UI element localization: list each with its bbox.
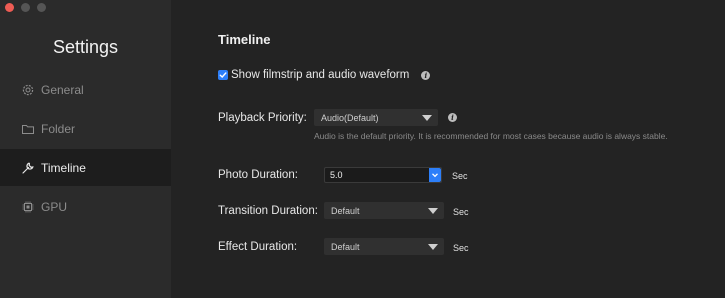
sidebar-item-label: Timeline (41, 160, 86, 175)
sidebar-item-label: GPU (41, 199, 68, 214)
photo-duration-field[interactable]: 5.0 (324, 167, 442, 183)
page-title: Timeline (218, 32, 271, 47)
folder-icon (21, 122, 35, 136)
sidebar-title: Settings (52, 37, 119, 57)
chip-icon (21, 200, 35, 214)
effect-duration-value: Default (331, 241, 360, 252)
sidebar-item-timeline[interactable]: Timeline (0, 149, 171, 186)
info-icon[interactable]: i (421, 70, 431, 80)
chevron-down-icon (428, 207, 438, 214)
chevron-down-icon (428, 243, 438, 250)
playback-priority-label: Playback Priority: (218, 112, 307, 124)
minimize-window-button[interactable] (21, 3, 30, 12)
transition-duration-value: Default (331, 205, 360, 216)
transition-duration-unit: Sec (453, 207, 469, 217)
playback-priority-dropdown[interactable]: Audio(Default) (314, 109, 438, 126)
effect-duration-label: Effect Duration: (218, 241, 298, 253)
transition-duration-dropdown[interactable]: Default (324, 202, 444, 219)
transition-duration-label: Transition Duration: (218, 205, 318, 217)
sidebar: Settings General Folder Timeline GPU (0, 0, 171, 298)
wrench-icon (21, 161, 35, 175)
settings-window: Settings General Folder Timeline GPU Tim… (0, 0, 725, 298)
effect-duration-unit: Sec (453, 243, 469, 253)
window-controls (5, 3, 46, 12)
close-window-button[interactable] (5, 3, 14, 12)
photo-duration-label: Photo Duration: (218, 169, 298, 181)
chevron-down-icon (422, 114, 432, 121)
sidebar-item-gpu[interactable]: GPU (0, 188, 171, 225)
photo-duration-value: 5.0 (330, 170, 343, 180)
sidebar-item-general[interactable]: General (0, 71, 171, 108)
gear-icon (21, 83, 35, 97)
effect-duration-dropdown[interactable]: Default (324, 238, 444, 255)
playback-priority-hint: Audio is the default priority. It is rec… (314, 131, 668, 141)
chevron-down-icon[interactable] (429, 168, 441, 182)
filmstrip-checkbox[interactable] (218, 70, 228, 80)
info-icon[interactable]: i (448, 113, 457, 122)
sidebar-item-folder[interactable]: Folder (0, 110, 171, 147)
filmstrip-label: Show filmstrip and audio waveform (231, 69, 410, 81)
photo-duration-unit: Sec (452, 171, 468, 181)
sidebar-item-label: Folder (41, 121, 76, 136)
sidebar-item-label: General (41, 82, 84, 97)
zoom-window-button[interactable] (37, 3, 46, 12)
filmstrip-option: Show filmstrip and audio waveform i (218, 69, 431, 81)
playback-priority-value: Audio(Default) (321, 112, 379, 123)
